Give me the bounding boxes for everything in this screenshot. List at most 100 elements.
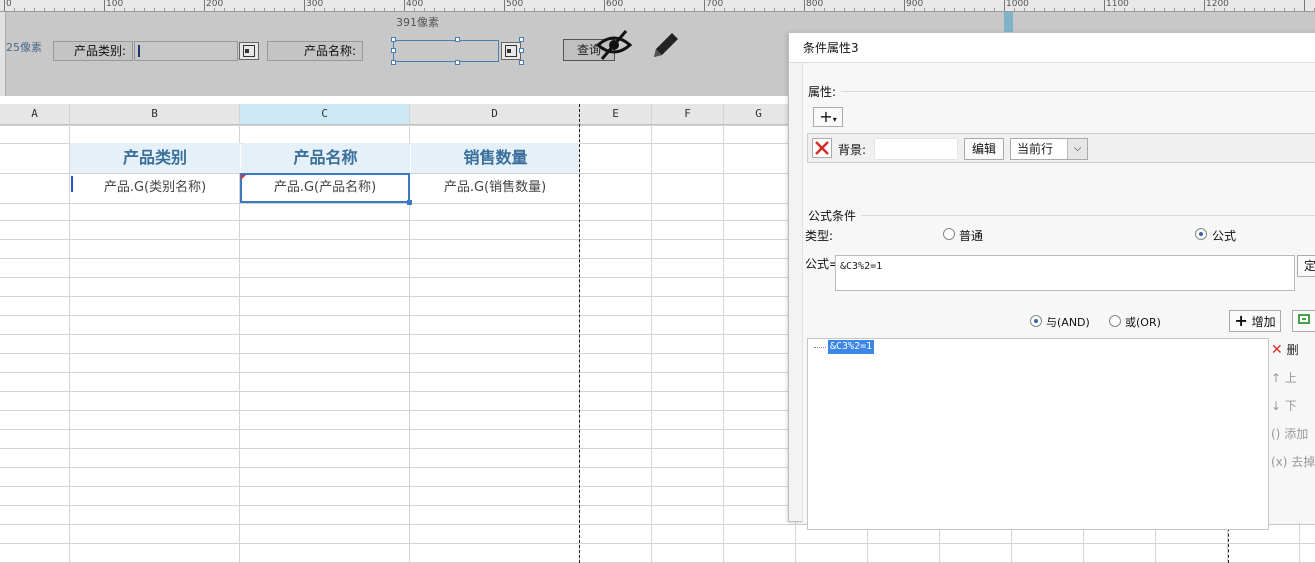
ruler-tick — [44, 8, 45, 11]
ruler-tick — [224, 8, 225, 11]
remove-parentheses-button[interactable]: (x) 去掉 — [1271, 452, 1315, 472]
ruler-tick — [954, 8, 955, 11]
resize-handle[interactable] — [519, 60, 524, 65]
delete-attribute-icon[interactable] — [812, 138, 832, 158]
background-color-swatch[interactable] — [874, 138, 958, 160]
resize-handle[interactable] — [455, 37, 460, 42]
ruler-tick — [504, 0, 505, 11]
header-cell-product-name[interactable]: 产品名称 — [241, 143, 410, 173]
pencil-icon[interactable] — [648, 29, 682, 63]
condition-list[interactable]: &C3%2=1 — [807, 338, 1269, 530]
ruler-tick — [424, 8, 425, 11]
ruler-tick — [684, 8, 685, 11]
ruler-tick — [1244, 8, 1245, 11]
ruler-tick — [584, 8, 585, 11]
eye-slash-icon[interactable] — [595, 28, 633, 62]
resize-handle[interactable] — [391, 60, 396, 65]
move-down-button[interactable]: ↓ 下 — [1271, 396, 1315, 416]
ruler-tick — [1074, 8, 1075, 11]
add-attribute-button[interactable]: +▾ — [813, 107, 843, 127]
ruler-tick — [294, 8, 295, 11]
ruler-tick — [344, 8, 345, 11]
logic-or-radio[interactable] — [1109, 315, 1121, 327]
ruler-number: 1000 — [1006, 0, 1029, 9]
ruler-tick — [144, 8, 145, 11]
ruler-tick — [1154, 8, 1155, 11]
data-cell-category[interactable]: 产品.G(类别名称) — [70, 174, 240, 203]
refresh-formula-icon[interactable] — [1292, 310, 1315, 332]
data-cell-product-name[interactable]: 产品.G(产品名称) — [240, 173, 410, 203]
ruler-tick — [924, 8, 925, 11]
product-name-picker-icon[interactable] — [501, 42, 521, 60]
move-up-button[interactable]: ↑ 上 — [1271, 368, 1315, 388]
add-parentheses-button[interactable]: () 添加 — [1271, 424, 1315, 444]
ruler-tick — [304, 0, 305, 11]
resize-handle[interactable] — [391, 37, 396, 42]
category-input[interactable] — [134, 41, 238, 61]
edit-button[interactable]: 编辑 — [964, 138, 1004, 160]
ruler-tick — [734, 8, 735, 11]
ruler-tick — [534, 8, 535, 11]
resize-handle[interactable] — [519, 48, 524, 53]
ruler-tick — [754, 8, 755, 11]
ruler-number: 900 — [906, 0, 924, 9]
chevron-down-icon[interactable]: ⌵ — [1067, 139, 1087, 159]
ruler-tick — [484, 8, 485, 11]
condition-item[interactable]: &C3%2=1 — [828, 340, 875, 354]
type-formula-label: 公式 — [1212, 229, 1237, 243]
ruler-tick — [1094, 8, 1095, 11]
move-down-label: 下 — [1284, 399, 1297, 413]
ruler-tick — [84, 8, 85, 11]
ruler-tick — [1064, 8, 1065, 11]
ruler-tick — [454, 8, 455, 11]
ruler-tick — [284, 8, 285, 11]
scope-select[interactable]: 当前行 ⌵ — [1010, 138, 1088, 160]
ruler-tick — [254, 8, 255, 11]
column-header-g[interactable]: G — [724, 104, 794, 125]
ruler-tick — [1054, 8, 1055, 11]
resize-handle[interactable] — [519, 37, 524, 42]
ruler-tick — [1284, 8, 1285, 11]
ruler-tick — [1104, 0, 1105, 11]
column-header-b[interactable]: B — [70, 104, 240, 125]
header-cell-category[interactable]: 产品类别 — [70, 143, 240, 173]
formula-confirm-button[interactable]: 定 — [1297, 255, 1315, 277]
expand-down-icon — [71, 176, 73, 192]
parentheses-icon: () — [1271, 427, 1281, 441]
ruler-tick — [984, 8, 985, 11]
ruler-tick — [674, 8, 675, 11]
ruler-tick — [494, 8, 495, 11]
column-header-d[interactable]: D — [410, 104, 580, 125]
ruler-tick — [604, 0, 605, 11]
header-cell-sales-qty[interactable]: 销售数量 — [411, 143, 580, 173]
ruler-tick — [244, 8, 245, 11]
ruler-number: 700 — [706, 0, 724, 9]
column-header-f[interactable]: F — [652, 104, 724, 125]
text-cursor — [138, 45, 140, 57]
column-header-c[interactable]: C — [240, 104, 410, 125]
ruler-tick — [594, 8, 595, 11]
resize-handle[interactable] — [391, 48, 396, 53]
resize-handle[interactable] — [455, 60, 460, 65]
category-picker-icon[interactable] — [239, 42, 259, 60]
horizontal-ruler: 0 100 200 300 400 500 600 700 800 900 1000 1100 1200 — [0, 0, 1315, 12]
ruler-tick — [834, 8, 835, 11]
logic-and-radio[interactable] — [1030, 315, 1042, 327]
column-header-e[interactable]: E — [580, 104, 652, 125]
ruler-tick — [934, 8, 935, 11]
data-cell-sales-qty[interactable]: 产品.G(销售数量) — [410, 174, 580, 203]
category-label: 产品类别: — [53, 41, 133, 61]
ruler-tick — [664, 8, 665, 11]
ruler-tick — [4, 0, 5, 11]
product-name-input[interactable] — [393, 40, 499, 62]
type-formula-radio[interactable] — [1195, 228, 1207, 240]
column-header-a[interactable]: A — [0, 104, 70, 125]
type-normal-radio[interactable] — [943, 228, 955, 240]
delete-condition-button[interactable]: ✕ 删 — [1271, 340, 1315, 360]
ruler-tick — [434, 8, 435, 11]
formula-input[interactable]: &C3%2=1 — [835, 255, 1295, 291]
add-condition-button[interactable]: + 增加 — [1229, 310, 1281, 332]
width-marker: 391像素 — [396, 16, 439, 29]
ruler-tick — [324, 8, 325, 11]
ruler-tick — [464, 8, 465, 11]
